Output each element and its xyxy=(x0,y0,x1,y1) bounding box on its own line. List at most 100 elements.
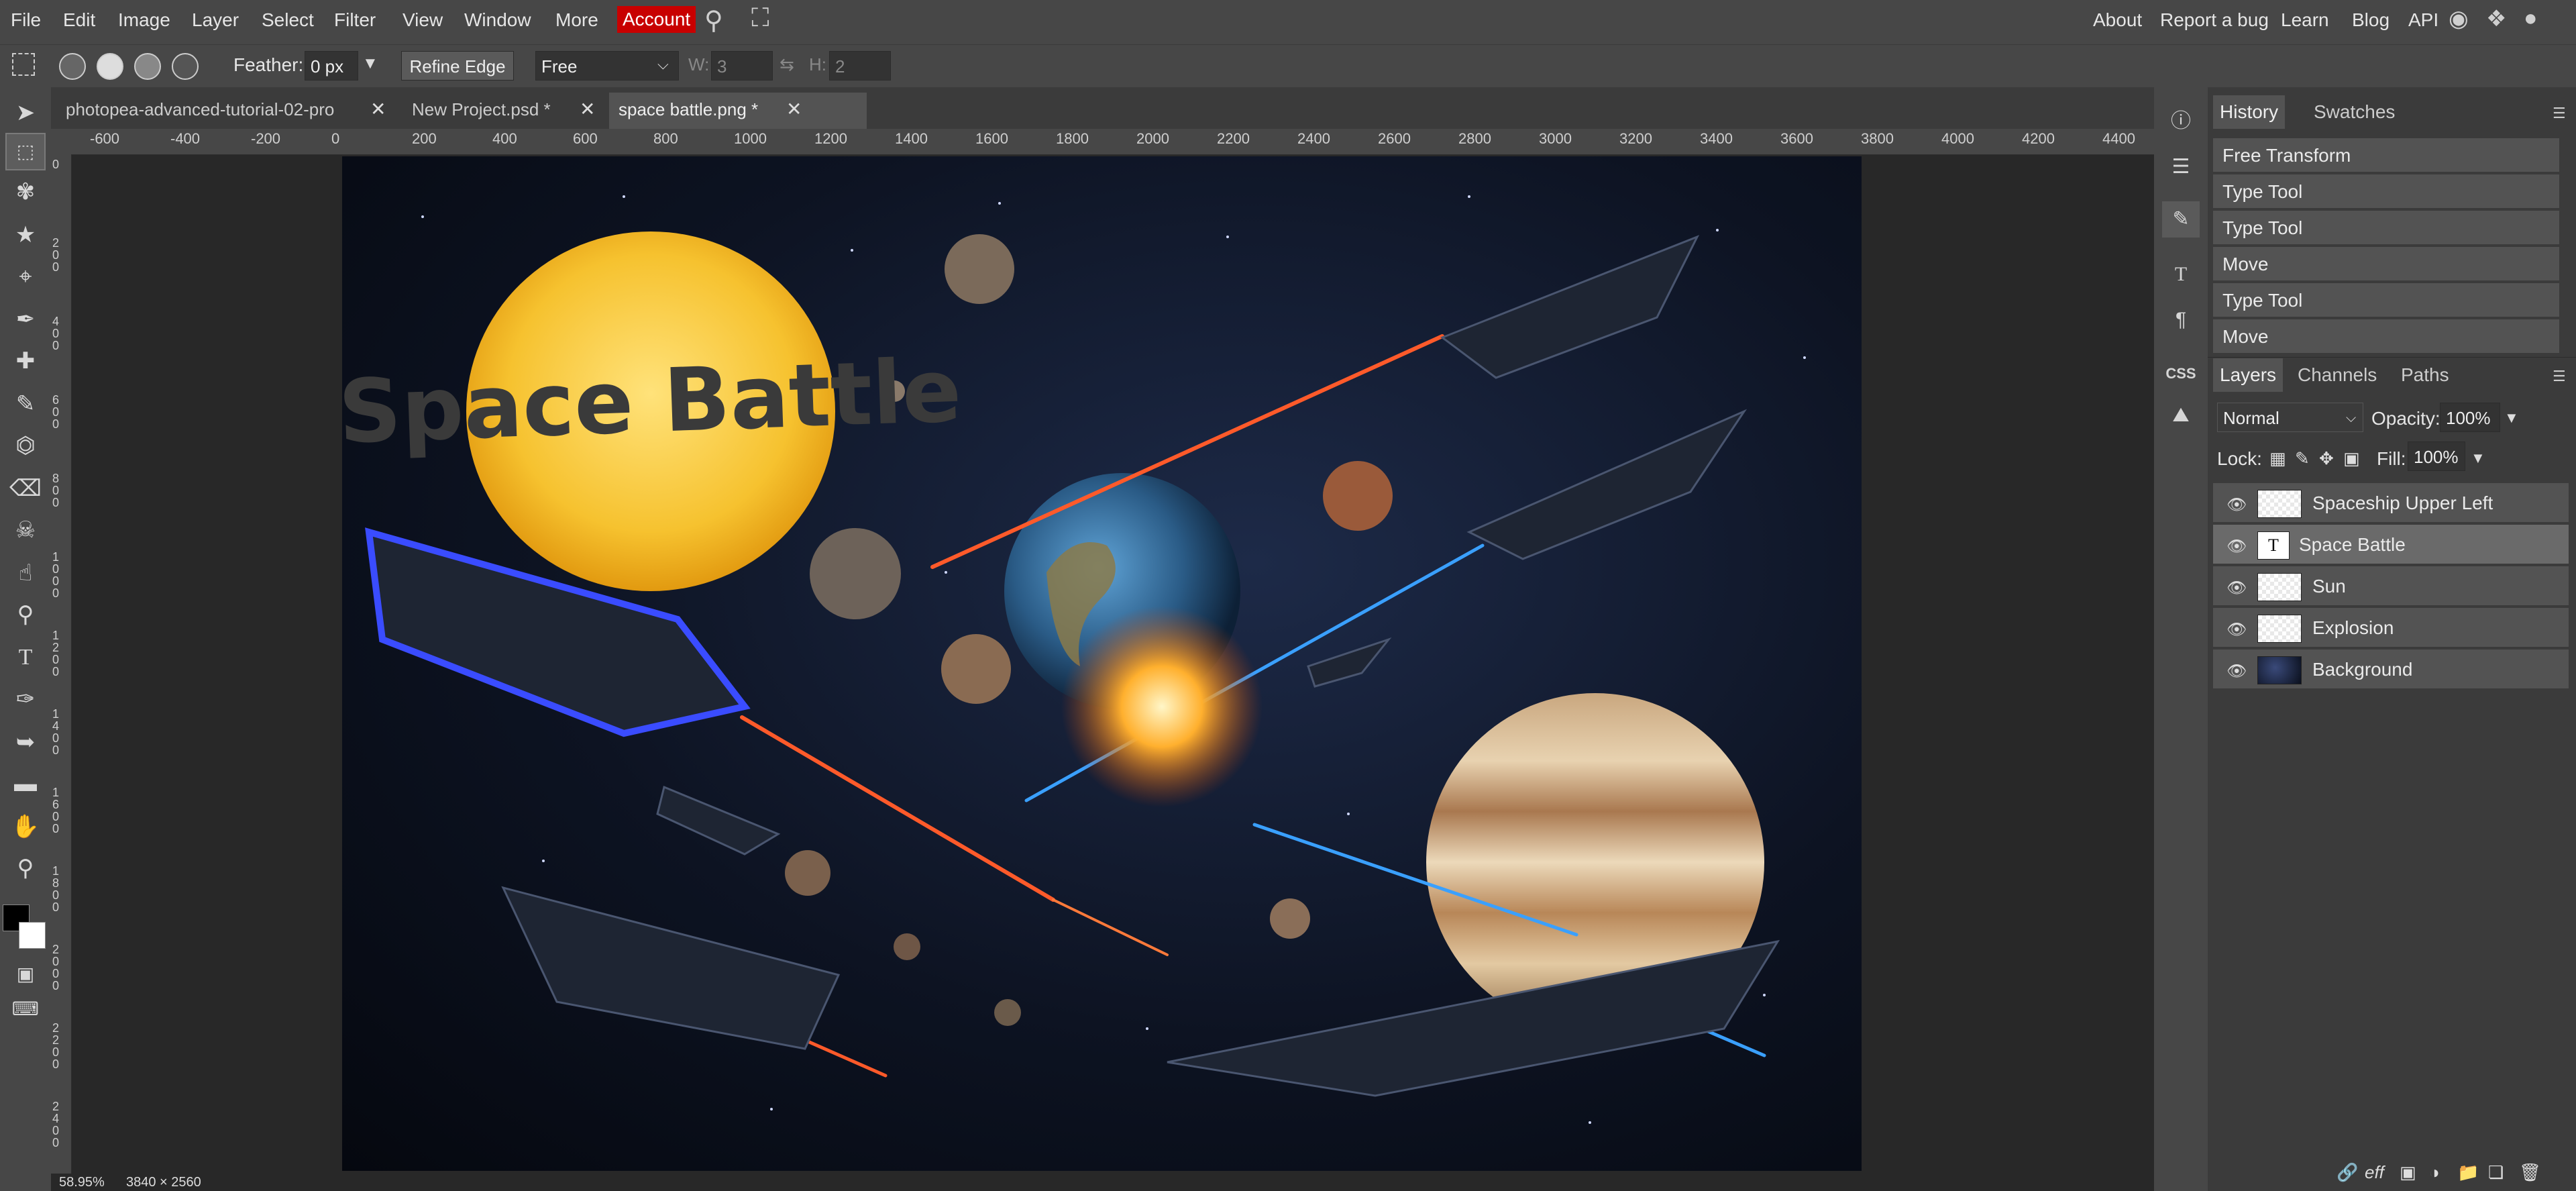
selection-subtract-icon[interactable] xyxy=(134,53,161,80)
account-button[interactable]: Account xyxy=(617,6,696,33)
tab-paths[interactable]: Paths xyxy=(2394,358,2456,392)
keyboard-icon[interactable]: ⌨ xyxy=(7,992,44,1027)
magic-wand-tool-icon[interactable]: ★ xyxy=(7,217,44,252)
adjustments-icon[interactable]: ☰ xyxy=(2162,149,2200,185)
space-battle-title-text[interactable]: Space Battle xyxy=(342,340,963,463)
clone-stamp-tool-icon[interactable]: ⏣ xyxy=(7,428,44,463)
new-group-icon[interactable]: 📁 xyxy=(2457,1162,2479,1183)
lock-transparent-icon[interactable]: ▦ xyxy=(2269,448,2286,469)
history-item[interactable]: Move xyxy=(2213,319,2559,354)
swap-icon[interactable]: ⇆ xyxy=(780,54,794,75)
healing-brush-tool-icon[interactable]: ✚ xyxy=(7,344,44,378)
lock-image-icon[interactable]: ✎ xyxy=(2295,448,2310,469)
visibility-eye-icon[interactable]: 👁 xyxy=(2226,495,2247,515)
history-item[interactable]: Free Transform xyxy=(2213,138,2559,173)
zoom-tool-icon[interactable]: ⚲ xyxy=(7,851,44,886)
type-tool-icon[interactable]: T xyxy=(7,640,44,675)
opacity-input[interactable]: 100% xyxy=(2440,403,2500,432)
history-item[interactable]: Type Tool xyxy=(2213,283,2559,318)
menu-filter[interactable]: Filter xyxy=(334,9,376,31)
opacity-dropdown-icon[interactable]: ▼ xyxy=(2504,409,2519,427)
link-about[interactable]: About xyxy=(2093,9,2142,31)
brush-tool-icon[interactable]: ✎ xyxy=(7,386,44,421)
refine-edge-button[interactable]: Refine Edge xyxy=(401,51,514,81)
visibility-eye-icon[interactable]: 👁 xyxy=(2226,662,2247,681)
layer-row[interactable]: 👁 Background xyxy=(2213,650,2569,690)
close-tab-icon[interactable]: ✕ xyxy=(580,93,595,126)
width-input[interactable]: 3 xyxy=(711,51,773,81)
tab-new-project[interactable]: New Project.psd * xyxy=(402,93,560,129)
link-report-bug[interactable]: Report a bug xyxy=(2160,9,2269,31)
feather-input[interactable]: 0 px xyxy=(305,51,358,81)
menu-window[interactable]: Window xyxy=(464,9,531,31)
lock-position-icon[interactable]: ✥ xyxy=(2319,448,2334,469)
delete-layer-icon[interactable]: 🗑 xyxy=(2519,1162,2541,1183)
tab-tutorial[interactable]: photopea-advanced-tutorial-02-pro xyxy=(56,93,356,129)
brush-settings-icon[interactable]: ✎ xyxy=(2162,201,2200,238)
crop-tool-icon[interactable]: ⌖ xyxy=(7,259,44,294)
menu-more[interactable]: More xyxy=(555,9,598,31)
link-learn[interactable]: Learn xyxy=(2281,9,2329,31)
dodge-tool-icon[interactable]: ⚲ xyxy=(7,597,44,632)
layer-row[interactable]: 👁 Sun xyxy=(2213,566,2569,607)
hand-tool-icon[interactable]: ✋ xyxy=(7,809,44,844)
tab-layers[interactable]: Layers xyxy=(2213,358,2284,392)
rectangle-tool-icon[interactable]: ▬ xyxy=(7,766,44,801)
tab-space-battle[interactable]: space battle.png * xyxy=(609,93,867,129)
tab-history[interactable]: History xyxy=(2213,95,2286,129)
selection-intersect-icon[interactable] xyxy=(172,53,199,80)
image-icon[interactable]: ⛰ xyxy=(2162,397,2200,433)
link-blog[interactable]: Blog xyxy=(2352,9,2390,31)
marquee-tool-icon[interactable]: ⬚ xyxy=(5,133,46,170)
tab-swatches[interactable]: Swatches xyxy=(2307,95,2402,129)
pen-tool-icon[interactable]: ✑ xyxy=(7,682,44,717)
tab-channels[interactable]: Channels xyxy=(2291,358,2383,392)
layer-effects-icon[interactable]: eff xyxy=(2365,1162,2384,1183)
visibility-eye-icon[interactable]: 👁 xyxy=(2226,620,2247,639)
menu-image[interactable]: Image xyxy=(118,9,170,31)
menu-layer[interactable]: Layer xyxy=(192,9,239,31)
menu-view[interactable]: View xyxy=(402,9,443,31)
reddit-icon[interactable]: ◉ xyxy=(2449,5,2469,32)
close-tab-icon[interactable]: ✕ xyxy=(370,93,386,126)
adjustment-layer-icon[interactable]: ◑ xyxy=(2429,1162,2440,1183)
zoom-level[interactable]: 58.95% xyxy=(59,1175,105,1190)
selection-add-icon[interactable] xyxy=(97,53,123,80)
menu-edit[interactable]: Edit xyxy=(63,9,95,31)
smudge-tool-icon[interactable]: ☝ xyxy=(7,556,44,590)
document-canvas[interactable]: Space Battle xyxy=(342,156,1862,1171)
fill-dropdown-icon[interactable]: ▼ xyxy=(2471,450,2485,467)
visibility-eye-icon[interactable]: 👁 xyxy=(2226,537,2247,556)
paragraph-icon[interactable]: ¶ xyxy=(2162,302,2200,338)
close-tab-icon[interactable]: ✕ xyxy=(786,93,802,126)
layer-row[interactable]: 👁 Spaceship Upper Left xyxy=(2213,483,2569,523)
twitter-icon[interactable]: ❖ xyxy=(2486,5,2506,32)
fill-input[interactable]: 100% xyxy=(2408,442,2465,471)
path-select-tool-icon[interactable]: ➥ xyxy=(7,725,44,760)
history-item[interactable]: Move xyxy=(2213,247,2559,282)
link-layers-icon[interactable]: 🔗 xyxy=(2337,1162,2358,1183)
layer-row[interactable]: 👁 T Space Battle xyxy=(2213,525,2569,565)
new-layer-icon[interactable]: ❏ xyxy=(2488,1162,2504,1183)
panel-menu-icon[interactable]: ☰ xyxy=(2553,368,2566,385)
selection-new-icon[interactable] xyxy=(59,53,86,80)
height-input[interactable]: 2 xyxy=(829,51,891,81)
menu-select[interactable]: Select xyxy=(262,9,314,31)
paint-bucket-tool-icon[interactable]: ☠ xyxy=(7,513,44,548)
lasso-tool-icon[interactable]: ✾ xyxy=(7,174,44,209)
blend-mode-select[interactable]: Normal xyxy=(2217,403,2363,432)
facebook-icon[interactable]: ● xyxy=(2524,5,2538,32)
marquee-options-icon[interactable] xyxy=(12,53,35,76)
layer-mask-icon[interactable]: ▣ xyxy=(2400,1162,2416,1183)
eraser-tool-icon[interactable]: ⌫ xyxy=(7,471,44,506)
lock-all-icon[interactable]: ▣ xyxy=(2343,448,2360,469)
panel-menu-icon[interactable]: ☰ xyxy=(2553,105,2566,122)
layer-row[interactable]: 👁 Explosion xyxy=(2213,608,2569,648)
visibility-eye-icon[interactable]: 👁 xyxy=(2226,578,2247,598)
background-color-swatch[interactable] xyxy=(19,922,46,949)
character-icon[interactable]: T xyxy=(2162,256,2200,293)
css-icon[interactable]: CSS xyxy=(2162,356,2200,392)
info-icon[interactable]: ⓘ xyxy=(2162,103,2200,140)
history-item[interactable]: Type Tool xyxy=(2213,174,2559,209)
eyedropper-tool-icon[interactable]: ✒ xyxy=(7,302,44,337)
